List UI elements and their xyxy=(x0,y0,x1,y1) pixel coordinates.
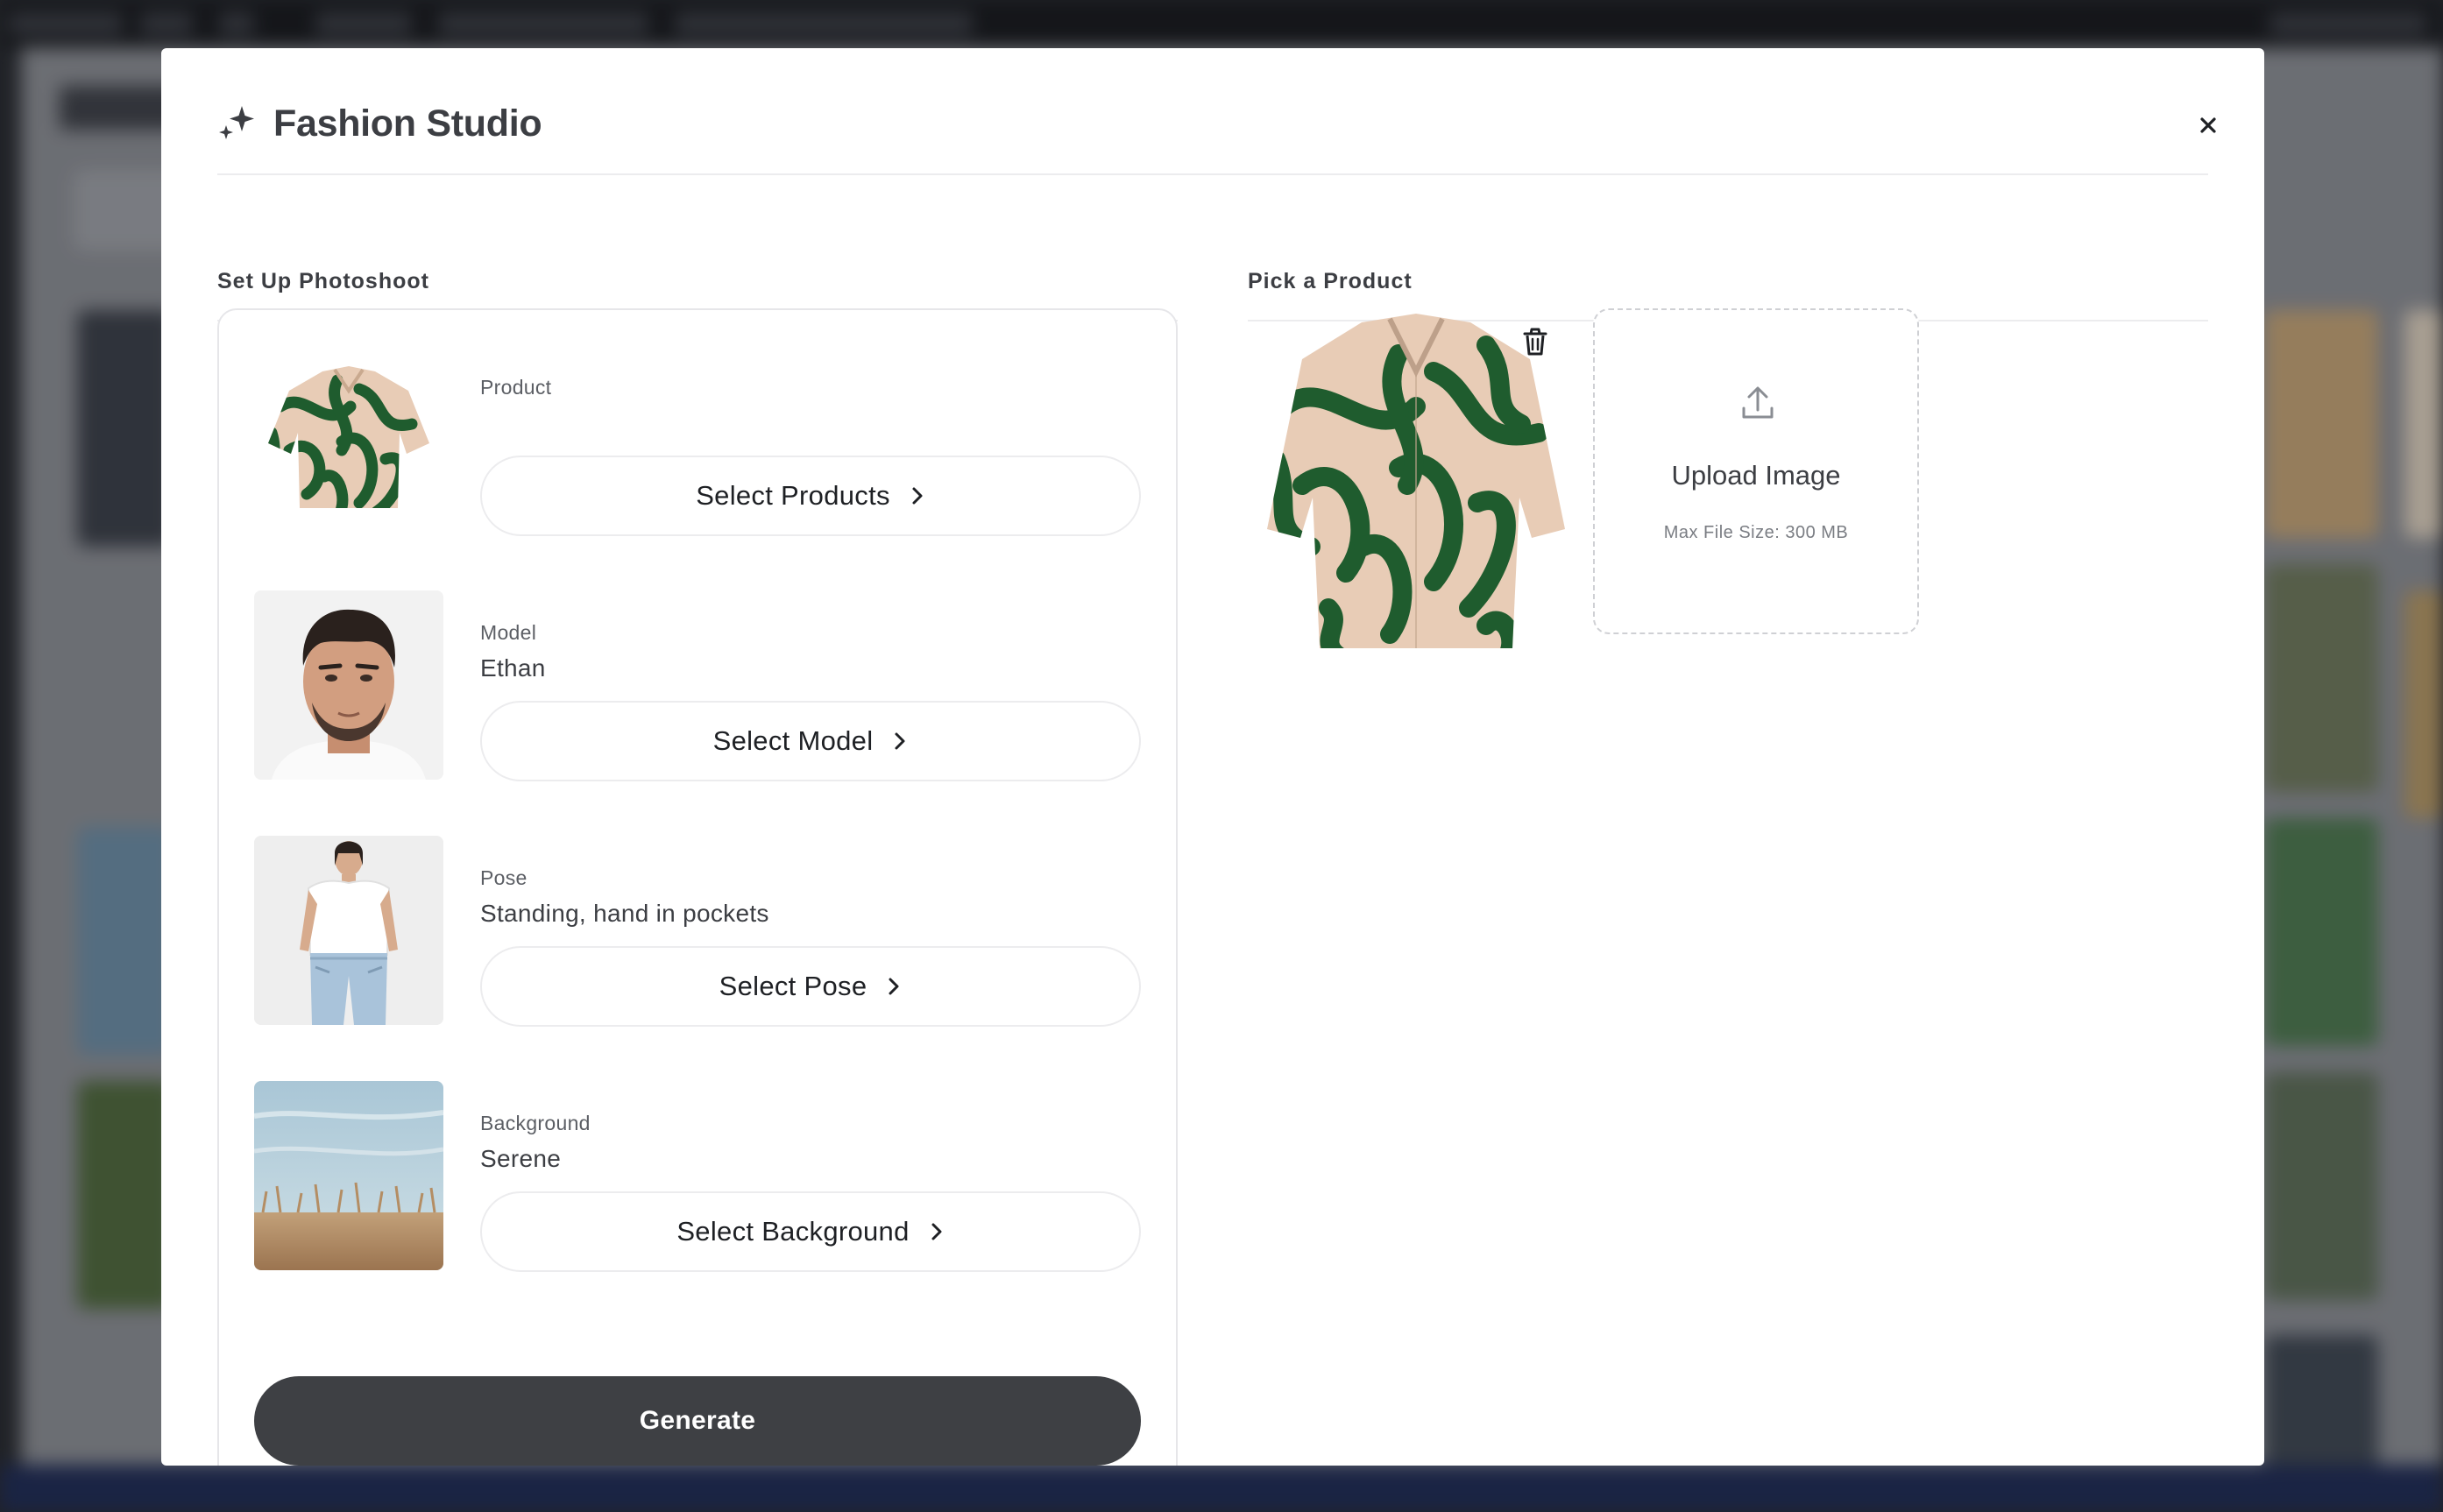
pose-label: Pose xyxy=(480,866,528,889)
setup-section-title: Set Up Photoshoot xyxy=(217,269,429,293)
select-products-button[interactable]: Select Products xyxy=(480,456,1141,536)
chevron-right-icon xyxy=(912,487,923,505)
sparkle-icon xyxy=(219,106,254,139)
close-icon xyxy=(2200,117,2216,133)
upload-title: Upload Image xyxy=(1671,460,1841,491)
picker-section-title: Pick a Product xyxy=(1248,269,1413,293)
trash-icon[interactable] xyxy=(1521,327,1549,357)
background-photo xyxy=(254,1081,443,1270)
upload-icon xyxy=(1742,386,1774,419)
model-row: Model Ethan Select Model xyxy=(254,590,1144,781)
select-pose-button[interactable]: Select Pose xyxy=(480,946,1141,1027)
select-model-label: Select Model xyxy=(712,725,874,756)
upload-size-limit: Max File Size: 300 MB xyxy=(1663,523,1849,542)
model-value: Ethan xyxy=(480,654,546,682)
pose-row: Pose Standing, hand in pockets Select Po… xyxy=(254,836,1144,1027)
model-portrait xyxy=(254,590,443,780)
background-value: Serene xyxy=(480,1145,562,1172)
select-background-label: Select Background xyxy=(676,1216,910,1247)
product-label: Product xyxy=(480,376,552,399)
select-background-button[interactable]: Select Background xyxy=(480,1191,1141,1272)
chevron-right-icon xyxy=(931,1223,942,1240)
background-row: Background Serene Select Background xyxy=(254,1081,1144,1272)
model-label: Model xyxy=(480,621,537,644)
model-thumbnail xyxy=(254,590,443,780)
product-row: Product Select Products xyxy=(254,345,1144,536)
pose-thumbnail xyxy=(254,836,443,1025)
background-thumbnail xyxy=(254,1081,443,1270)
pose-value: Standing, hand in pockets xyxy=(480,900,769,927)
select-model-button[interactable]: Select Model xyxy=(480,701,1141,781)
background-label: Background xyxy=(480,1112,591,1134)
generate-button[interactable]: Generate xyxy=(254,1376,1141,1466)
select-pose-label: Select Pose xyxy=(719,971,867,1001)
modal-title: Fashion Studio xyxy=(273,102,542,145)
setup-card: Product Select Products Model Ethan Sele… xyxy=(217,308,1178,1466)
selected-product-card[interactable] xyxy=(1258,310,1576,666)
product-photo xyxy=(1267,314,1565,648)
chevron-right-icon xyxy=(895,732,905,750)
pose-photo xyxy=(254,836,443,1025)
select-products-label: Select Products xyxy=(696,480,890,511)
modal-header: Fashion Studio xyxy=(217,48,2216,175)
shirt-thumbnail xyxy=(268,366,429,508)
upload-image-dropzone[interactable]: Upload Image Max File Size: 300 MB xyxy=(1593,308,1919,634)
product-thumbnail xyxy=(254,345,443,534)
close-button[interactable] xyxy=(2191,108,2226,143)
chevron-right-icon xyxy=(889,978,899,995)
fashion-studio-modal: Fashion Studio Set Up Photoshoot Pick a … xyxy=(161,48,2264,1466)
